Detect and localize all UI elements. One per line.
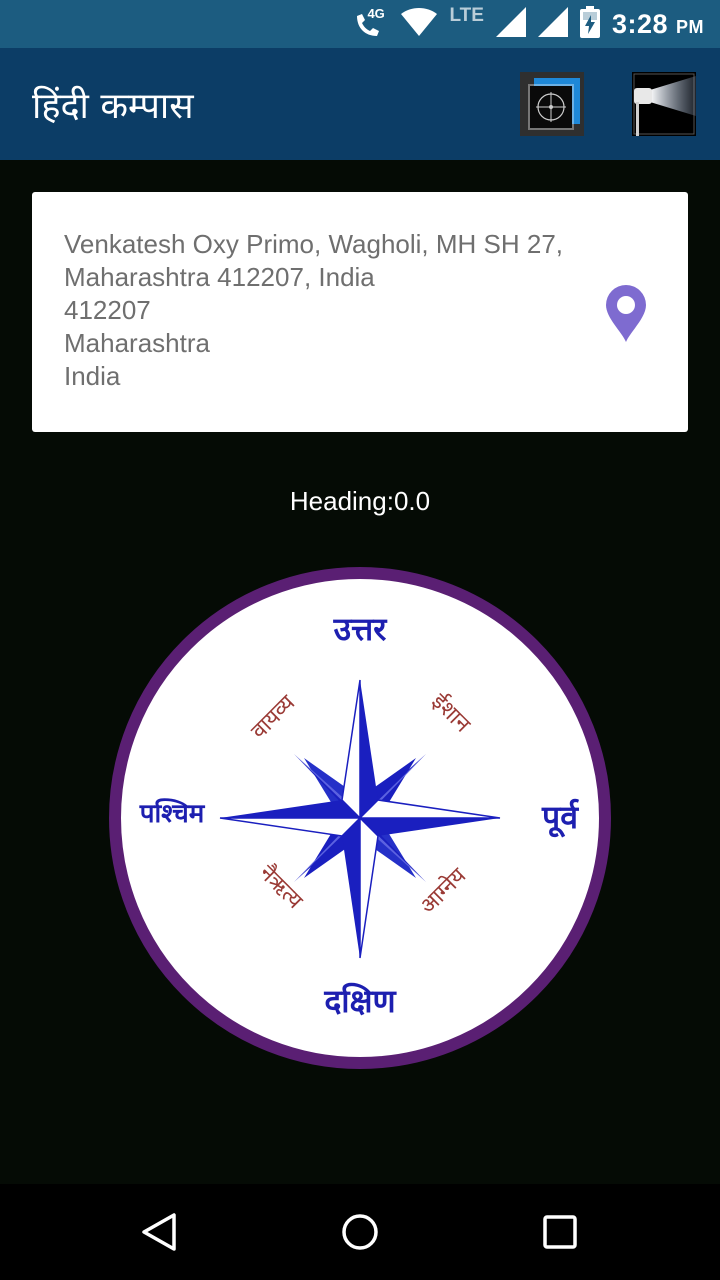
lte-label: LTE (449, 5, 484, 26)
compass-dial: उत्तर दक्षिण पूर्व पश्चिम ईशान वायव्य आग… (108, 566, 612, 1070)
app-bar: हिंदी कम्पास (0, 48, 720, 160)
address-lines: Venkatesh Oxy Primo, Wagholi, MH SH 27, … (64, 228, 604, 393)
signal-icon-1 (495, 7, 526, 41)
home-circle-icon (342, 1214, 378, 1250)
flashlight-icon (632, 72, 696, 136)
status-icons: 4G LTE 3:28 PM (353, 0, 704, 48)
compass-label-east: पूर्व (541, 798, 579, 838)
address-line: Venkatesh Oxy Primo, Wagholi, MH SH 27, (64, 229, 564, 259)
compass-thumbnail-icon (520, 72, 584, 136)
system-nav-bar (0, 1184, 720, 1280)
compass-label-north: उत्तर (333, 610, 389, 648)
address-postal-code: 412207 (64, 295, 151, 325)
battery-charging-icon (579, 6, 600, 42)
recents-square-icon (543, 1215, 577, 1249)
clock-time: 3:28 (611, 8, 668, 39)
address-card: Venkatesh Oxy Primo, Wagholi, MH SH 27, … (32, 192, 688, 432)
back-triangle-icon (142, 1213, 176, 1251)
status-time: 3:28 PM (612, 9, 704, 40)
flashlight-button[interactable] (632, 72, 696, 136)
location-pin-icon[interactable] (604, 284, 648, 342)
address-state: Maharashtra (64, 328, 210, 358)
compass-rose-svg: उत्तर दक्षिण पूर्व पश्चिम ईशान वायव्य आग… (109, 567, 611, 1069)
compass-mode-button[interactable] (520, 72, 584, 136)
heading-readout: Heading:0.0 (289, 486, 431, 516)
address-line: Maharashtra 412207, India (64, 262, 375, 292)
clock-ampm: PM (676, 16, 704, 37)
wifi-icon (401, 8, 438, 40)
compass-label-south: दक्षिण (323, 982, 397, 1020)
signal-icon-2 (537, 7, 568, 41)
network-type-label: 4G (367, 6, 385, 21)
nav-back-button[interactable] (136, 1208, 184, 1256)
nav-recents-button[interactable] (536, 1208, 584, 1256)
compass-label-west: पश्चिम (139, 798, 206, 829)
status-bar: 4G LTE 3:28 PM (0, 0, 720, 48)
call-4g-icon: 4G (353, 6, 389, 40)
address-country: India (64, 361, 121, 391)
nav-home-button[interactable] (336, 1208, 384, 1256)
app-title: हिंदी कम्पास (32, 85, 194, 127)
